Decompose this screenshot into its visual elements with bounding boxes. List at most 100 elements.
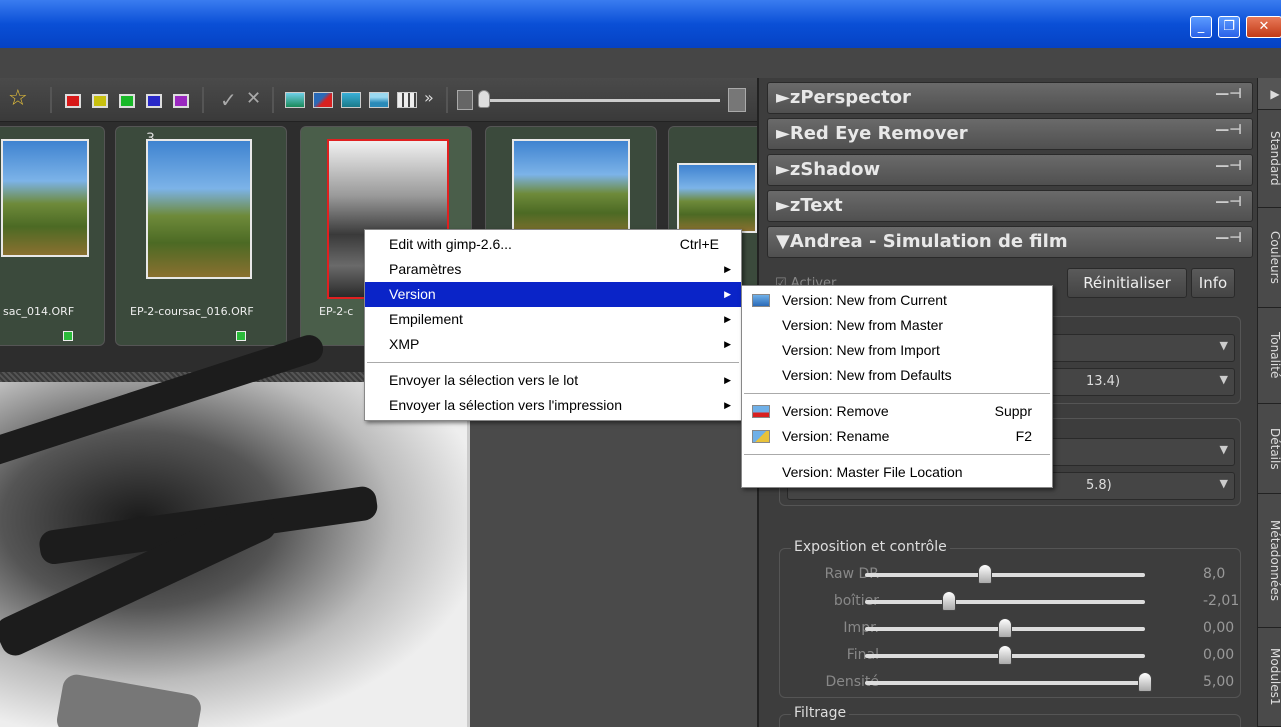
panel-title: ▼Andrea - Simulation de film	[776, 231, 1068, 252]
tab-couleurs[interactable]: Couleurs	[1258, 208, 1281, 308]
minimize-button[interactable]: _	[1190, 16, 1212, 38]
menu-separator	[744, 454, 1050, 455]
thumbnail-size-handle[interactable]	[478, 90, 490, 108]
tab-modules1[interactable]: Modules1	[1258, 628, 1281, 727]
side-tabs: ▶ Standard Couleurs Tonalité Détails Mét…	[1257, 78, 1281, 727]
color-label-blue-button[interactable]	[146, 94, 162, 108]
accept-icon[interactable]: ✓	[220, 88, 237, 112]
tab-standard[interactable]: Standard	[1258, 110, 1281, 208]
view-filmstrip-icon[interactable]	[285, 92, 305, 108]
slider-row: Raw DR 8,0	[789, 564, 1249, 586]
menu-item-version[interactable]: Version ▶	[365, 282, 741, 307]
info-button[interactable]: Info	[1191, 268, 1235, 298]
slider-row: Densité 5,00	[789, 672, 1249, 694]
slider-handle[interactable]	[998, 618, 1012, 638]
thumbnail-image	[146, 139, 252, 279]
chevron-down-icon: ▼	[1219, 477, 1228, 490]
close-button[interactable]: ✕	[1246, 16, 1281, 38]
pin-icon[interactable]: —⊣	[1215, 122, 1242, 138]
menu-item-shortcut: Ctrl+E	[679, 236, 719, 252]
exposure-group-label: Exposition et contrôle	[791, 539, 950, 555]
submenu-arrow-icon: ▶	[724, 400, 731, 410]
menu-item-new-from-master[interactable]: Version: New from Master	[742, 313, 1052, 338]
menu-item-label: Envoyer la sélection vers le lot	[389, 372, 579, 388]
tab-metadonnees[interactable]: Métadonnées	[1258, 494, 1281, 628]
thumbnail-image	[677, 163, 757, 233]
reject-icon[interactable]: ✕	[246, 88, 261, 109]
slider-value: 0,00	[1203, 647, 1235, 663]
color-label-purple-button[interactable]	[173, 94, 189, 108]
context-menu: Edit with gimp-2.6... Ctrl+E Paramètres ▶ …	[364, 229, 742, 421]
menu-item-parametres[interactable]: Paramètres ▶	[365, 257, 741, 282]
pin-icon[interactable]: —⊣	[1215, 194, 1242, 210]
menu-item-label: Envoyer la sélection vers l'impression	[389, 397, 622, 413]
color-label-yellow-button[interactable]	[92, 94, 108, 108]
menu-item-rename[interactable]: Version: Rename F2	[742, 424, 1052, 449]
chevron-down-icon: ▼	[1219, 339, 1228, 352]
panel-andrea-simulation[interactable]: ▼Andrea - Simulation de film —⊣	[767, 226, 1253, 258]
pin-icon[interactable]: —⊣	[1215, 230, 1242, 246]
side-tab-arrow[interactable]: ▶	[1258, 78, 1281, 110]
filtrage-group-label: Filtrage	[791, 705, 850, 721]
menu-item-send-print[interactable]: Envoyer la sélection vers l'impression ▶	[365, 393, 741, 418]
chevron-down-icon: ▼	[1219, 373, 1228, 386]
thumbnail-size-slider[interactable]	[480, 99, 720, 102]
slider-value: -2,01	[1203, 593, 1240, 609]
panel-zperspector[interactable]: ►zPerspector —⊣	[767, 82, 1253, 114]
view-split-icon[interactable]	[369, 92, 389, 108]
menu-item-remove[interactable]: Version: Remove Suppr	[742, 399, 1052, 424]
menu-item-new-from-import[interactable]: Version: New from Import	[742, 338, 1052, 363]
browser-toolbar: ☆ ✓ ✕ »	[0, 78, 757, 122]
more-icon[interactable]: »	[424, 88, 434, 107]
menu-item-edit-gimp[interactable]: Edit with gimp-2.6... Ctrl+E	[365, 232, 741, 257]
slider-row: Final 0,00	[789, 645, 1249, 667]
menu-item-shortcut: F2	[1015, 428, 1032, 444]
submenu-arrow-icon: ▶	[724, 314, 731, 324]
version-submenu: Version: New from Current Version: New f…	[741, 285, 1053, 488]
menu-item-label: Version: New from Import	[782, 342, 940, 358]
menu-item-send-batch[interactable]: Envoyer la sélection vers le lot ▶	[365, 368, 741, 393]
slider-track[interactable]	[865, 573, 1145, 577]
submenu-arrow-icon: ▶	[724, 339, 731, 349]
pin-icon[interactable]: —⊣	[1215, 158, 1242, 174]
menu-item-new-from-current[interactable]: Version: New from Current	[742, 288, 1052, 313]
menu-item-master-file-location[interactable]: Version: Master File Location	[742, 460, 1052, 485]
color-label-green-button[interactable]	[119, 94, 135, 108]
zoom-small-icon	[457, 90, 473, 110]
pin-icon[interactable]: —⊣	[1215, 86, 1242, 102]
panel-zshadow[interactable]: ►zShadow —⊣	[767, 154, 1253, 186]
view-compare-icon[interactable]	[313, 92, 333, 108]
slider-handle[interactable]	[978, 564, 992, 584]
menu-item-label: Paramètres	[389, 261, 462, 277]
slider-handle[interactable]	[1138, 672, 1152, 692]
panel-title: ►Red Eye Remover	[776, 123, 968, 144]
view-single-icon[interactable]	[341, 92, 361, 108]
panel-ztext[interactable]: ►zText —⊣	[767, 190, 1253, 222]
slider-handle[interactable]	[998, 645, 1012, 665]
maximize-button[interactable]: ❐	[1218, 16, 1240, 38]
menu-item-xmp[interactable]: XMP ▶	[365, 332, 741, 357]
slider-track[interactable]	[865, 681, 1145, 685]
app-window: _ ❐ ✕ ☆ ✓ ✕ » sac_014.ORF EP-2-coursac_0…	[0, 0, 1281, 727]
chevron-down-icon: ▼	[1219, 443, 1228, 456]
thumbnail-filename: EP-2-coursac_016.ORF	[130, 305, 254, 318]
tab-tonalite[interactable]: Tonalité	[1258, 308, 1281, 404]
menu-item-empilement[interactable]: Empilement ▶	[365, 307, 741, 332]
thumbnail-image	[512, 139, 630, 239]
slider-handle[interactable]	[942, 591, 956, 611]
green-label-badge	[236, 331, 246, 341]
view-grid-icon[interactable]	[397, 92, 417, 108]
slider-track[interactable]	[865, 600, 1145, 604]
thumbnail-filename: sac_014.ORF	[3, 305, 75, 318]
tab-details[interactable]: Détails	[1258, 404, 1281, 494]
menu-item-new-from-defaults[interactable]: Version: New from Defaults	[742, 363, 1052, 388]
zoom-large-icon	[728, 88, 746, 112]
thumbnail-cell[interactable]: sac_014.ORF	[0, 126, 105, 346]
menu-item-label: XMP	[389, 336, 420, 352]
slider-row: Impr. 0,00	[789, 618, 1249, 640]
reset-button[interactable]: Réinitialiser	[1067, 268, 1187, 298]
color-label-red-button[interactable]	[65, 94, 81, 108]
panel-red-eye-remover[interactable]: ►Red Eye Remover —⊣	[767, 118, 1253, 150]
thumbnail-cell[interactable]: 3 EP-2-coursac_016.ORF	[115, 126, 287, 346]
star-rating-icon[interactable]: ☆	[8, 86, 28, 111]
